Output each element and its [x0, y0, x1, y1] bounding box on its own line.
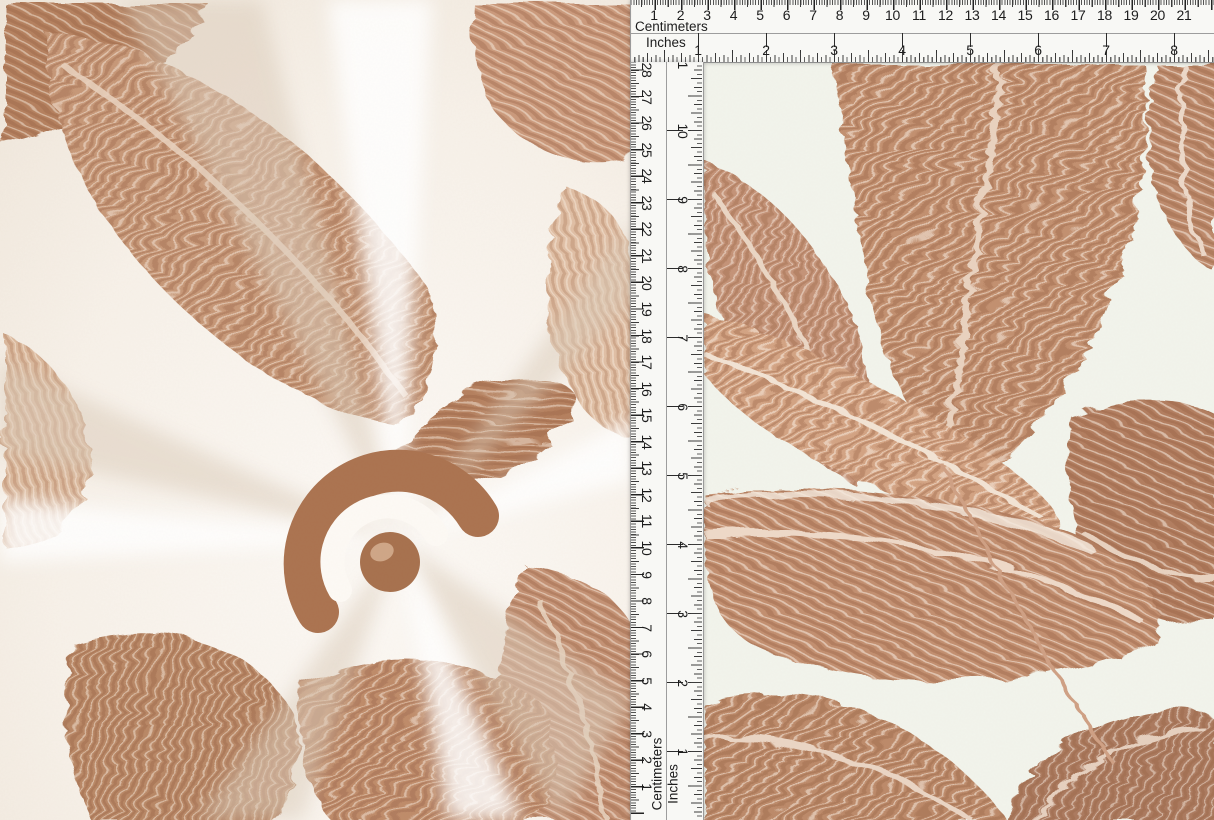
h-ruler-cm-label: Centimeters — [635, 19, 708, 34]
h-cm-number-21: 21 — [1177, 7, 1192, 23]
h-ruler-halfcm-ticks — [630, 0, 1214, 7]
v-cm-number-22: 22 — [639, 222, 655, 237]
v-cm-number-6: 6 — [639, 650, 655, 658]
v-cm-number-15: 15 — [639, 408, 655, 423]
v-cm-number-2: 2 — [639, 757, 655, 765]
v-ruler-halfcm-ticks — [631, 62, 639, 814]
v-cm-number-1: 1 — [639, 783, 655, 791]
h-ruler-eighthinch-ticks — [630, 55, 1214, 62]
h-cm-number-11: 11 — [912, 7, 926, 23]
fabric-grain-overlay — [0, 0, 632, 820]
h-inch-number-8: 8 — [1170, 42, 1178, 58]
v-inch-number-2: 2 — [675, 679, 691, 687]
h-cm-number-5: 5 — [756, 7, 764, 23]
v-ruler-divider — [666, 62, 667, 820]
h-cm-number-3: 3 — [703, 7, 711, 23]
h-ruler-halfinch-ticks — [630, 50, 1214, 62]
v-inch-number-10: 10 — [675, 124, 691, 139]
h-cm-number-2: 2 — [677, 7, 685, 23]
v-cm-number-14: 14 — [639, 434, 655, 449]
v-cm-number-16: 16 — [639, 381, 655, 396]
h-cm-number-15: 15 — [1018, 7, 1033, 23]
v-cm-number-26: 26 — [639, 116, 655, 131]
swirled-fabric-illustration — [0, 0, 632, 820]
v-cm-number-27: 27 — [639, 89, 655, 104]
v-cm-number-21: 21 — [639, 248, 655, 263]
h-cm-number-20: 20 — [1150, 7, 1165, 23]
v-ruler-sixteenth-ticks — [697, 62, 702, 820]
v-cm-number-9: 9 — [639, 571, 655, 579]
h-cm-number-6: 6 — [783, 7, 791, 23]
v-cm-number-25: 25 — [639, 142, 655, 157]
v-inch-number-7: 7 — [675, 334, 691, 342]
h-inch-number-1: 1 — [694, 42, 702, 58]
horizontal-ruler: Centimeters Inches 123456789101112131415… — [630, 0, 1214, 63]
flat-fabric-illustration — [700, 60, 1214, 820]
v-cm-number-23: 23 — [639, 195, 655, 210]
h-cm-number-18: 18 — [1097, 7, 1112, 23]
h-cm-number-1: 1 — [650, 7, 658, 23]
v-cm-number-20: 20 — [639, 275, 655, 290]
v-cm-number-5: 5 — [639, 677, 655, 685]
h-ruler-inch-ticks — [630, 33, 1214, 47]
v-cm-number-18: 18 — [639, 328, 655, 343]
v-inch-number-3: 3 — [675, 610, 691, 618]
h-cm-number-4: 4 — [730, 7, 738, 23]
v-inch-number-8: 8 — [675, 265, 691, 273]
v-cm-number-11: 11 — [639, 514, 655, 528]
v-cm-number-3: 3 — [639, 730, 655, 738]
v-cm-number-13: 13 — [639, 461, 655, 476]
screenshot-stage: Centimeters Inches 123456789101112131415… — [0, 0, 1214, 820]
v-cm-number-10: 10 — [639, 541, 655, 556]
h-cm-number-16: 16 — [1044, 7, 1059, 23]
v-inch-number-5: 5 — [675, 472, 691, 480]
v-ruler-inch-ticks — [667, 62, 683, 820]
v-ruler-mm-ticks — [631, 62, 636, 814]
v-cm-number-24: 24 — [639, 169, 655, 184]
fabric-photo-swirled — [0, 0, 632, 820]
fabric-grain-overlay-right — [700, 60, 1214, 820]
v-inch-number-4: 4 — [675, 541, 691, 549]
h-cm-number-19: 19 — [1124, 7, 1139, 23]
v-inch-number-9: 9 — [675, 196, 691, 204]
h-cm-number-17: 17 — [1071, 7, 1086, 23]
v-cm-number-28: 28 — [639, 63, 655, 78]
h-cm-number-9: 9 — [862, 7, 870, 23]
v-cm-number-17: 17 — [639, 355, 655, 370]
v-ruler-eighthinch-ticks — [694, 62, 702, 820]
h-inch-number-6: 6 — [1034, 42, 1042, 58]
v-cm-number-19: 19 — [639, 302, 655, 317]
v-ruler-cm-label: Centimeters — [650, 738, 665, 811]
v-cm-number-8: 8 — [639, 597, 655, 605]
v-ruler-quarterinch-ticks — [691, 62, 702, 820]
h-ruler-quarterinch-ticks — [630, 53, 1214, 62]
v-ruler-halfinch-ticks — [688, 62, 702, 820]
fabric-photo-flat — [700, 60, 1214, 820]
h-inch-number-4: 4 — [898, 42, 906, 58]
h-inch-number-3: 3 — [830, 42, 838, 58]
v-inch-number-6: 6 — [675, 403, 691, 411]
h-cm-number-12: 12 — [938, 7, 953, 23]
v-cm-number-4: 4 — [639, 704, 655, 712]
h-ruler-divider — [631, 33, 1214, 34]
h-cm-number-10: 10 — [885, 7, 900, 23]
h-ruler-mm-ticks — [630, 0, 1214, 5]
v-inch-number-11: 11 — [675, 62, 691, 69]
h-cm-number-14: 14 — [991, 7, 1006, 23]
h-ruler-sixteenth-ticks — [630, 57, 1214, 62]
v-ruler-inches-label: Inches — [666, 764, 681, 804]
h-inch-number-7: 7 — [1102, 42, 1110, 58]
v-cm-number-12: 12 — [639, 487, 655, 502]
v-inch-number-1: 1 — [675, 748, 691, 756]
h-inch-number-5: 5 — [966, 42, 974, 58]
v-cm-number-7: 7 — [639, 624, 655, 632]
h-cm-number-8: 8 — [836, 7, 844, 23]
h-ruler-inches-label: Inches — [646, 35, 686, 50]
h-inch-number-2: 2 — [762, 42, 770, 58]
vertical-ruler: Centimeters Inches 123456789101112131415… — [630, 62, 704, 820]
h-cm-number-13: 13 — [965, 7, 980, 23]
h-cm-number-7: 7 — [809, 7, 817, 23]
